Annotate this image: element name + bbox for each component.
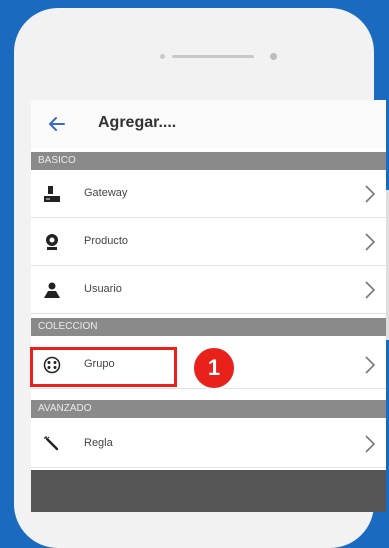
camera-dot [160, 54, 165, 59]
section-header-avanzado: AVANZADO [31, 400, 386, 418]
app-screen: Agregar.... BASICO Gateway Producto Usua… [31, 100, 386, 512]
section-header-basico: BASICO [31, 152, 386, 170]
webcam-icon [46, 234, 58, 250]
chevron-right-icon [365, 233, 376, 251]
list-item-label: Producto [84, 235, 129, 247]
app-bar: Agregar.... [31, 100, 386, 148]
user-icon [44, 282, 60, 298]
back-arrow-icon[interactable] [47, 114, 67, 134]
bottom-panel [31, 470, 386, 512]
list-item-label: Regla [84, 437, 113, 449]
section-header-coleccion: COLECCION [31, 318, 386, 336]
list-item-gateway[interactable]: Gateway [31, 170, 386, 218]
chevron-right-icon [365, 435, 376, 453]
list-item-label: Gateway [84, 187, 128, 199]
list-item-regla[interactable]: Regla [31, 420, 386, 468]
page-title: Agregar.... [98, 114, 177, 131]
step-badge: 1 [192, 346, 236, 390]
chevron-right-icon [365, 185, 376, 203]
list-item-producto[interactable]: Producto [31, 218, 386, 266]
wand-icon [44, 436, 59, 451]
chevron-right-icon [365, 281, 376, 299]
highlight-box [30, 347, 177, 387]
speaker-grille [172, 55, 254, 58]
list-item-usuario[interactable]: Usuario [31, 266, 386, 314]
gateway-icon [44, 186, 60, 202]
chevron-right-icon [365, 356, 376, 374]
list-item-label: Usuario [84, 283, 122, 295]
sensor-dot [270, 53, 277, 60]
